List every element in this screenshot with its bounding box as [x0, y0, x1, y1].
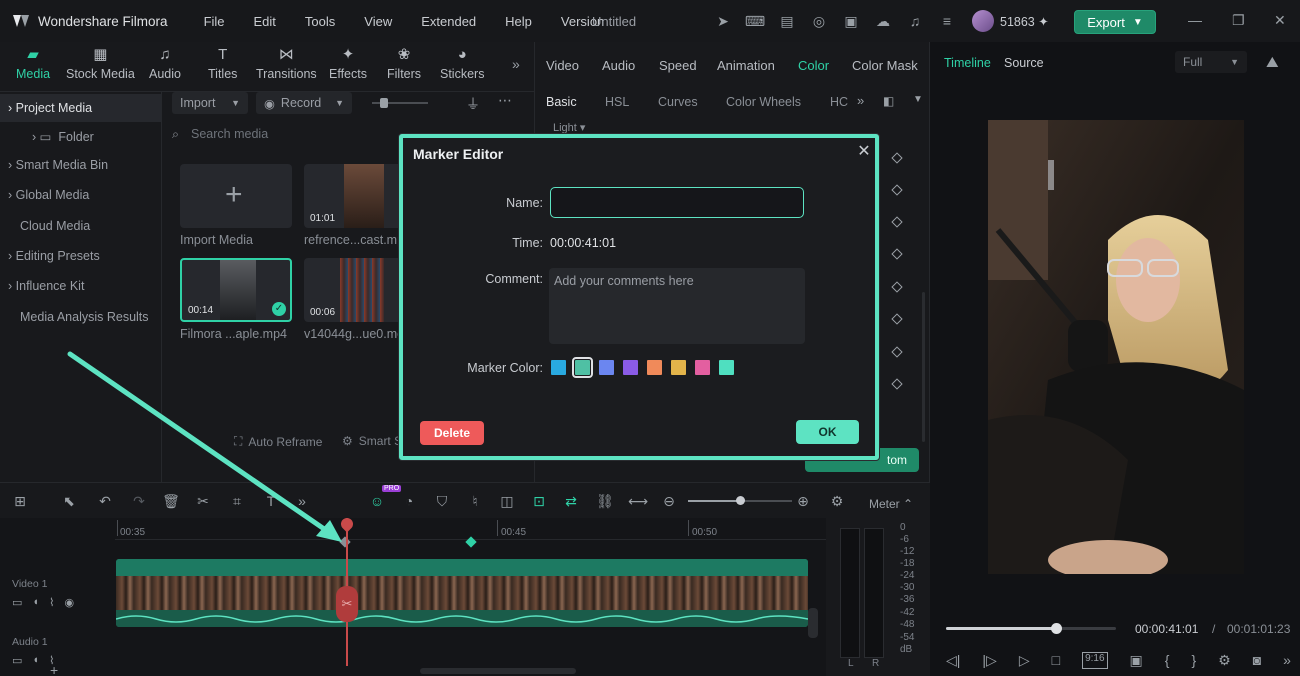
ok-button[interactable]: OK: [796, 420, 859, 444]
playback-controls: ◁| |▷ ▷ □ 9:16 ▣ { } ⚙ ◙ »: [946, 652, 1291, 669]
restore-icon[interactable]: ❐: [1232, 12, 1245, 29]
scrubber-progress: [946, 627, 1056, 630]
preview-panel: Timeline Source Full ▼ ⛰ 00:00:41:01 / 0…: [930, 42, 1300, 676]
marker-color-swatch[interactable]: [695, 360, 710, 375]
name-label: Name:: [506, 196, 543, 210]
aspect-ratio-button[interactable]: 9:16: [1082, 652, 1108, 669]
settings-icon[interactable]: ⚙: [1218, 652, 1231, 669]
filmora-app: Wondershare Filmora File Edit Tools View…: [0, 0, 1300, 676]
render-preview-icon[interactable]: ▣: [1130, 652, 1143, 669]
mark-out-icon[interactable]: }: [1191, 652, 1196, 669]
credits-count[interactable]: 51863 ✦: [1000, 14, 1049, 29]
close-icon[interactable]: ✕: [856, 144, 872, 160]
chevron-down-icon: ▼: [1230, 57, 1239, 67]
comment-label: Comment:: [485, 272, 543, 286]
marker-color-swatch[interactable]: [623, 360, 638, 375]
time-label: Time:: [512, 236, 543, 250]
stop-icon[interactable]: □: [1052, 652, 1060, 669]
preview-scrubber[interactable]: [946, 623, 1116, 634]
export-button[interactable]: Export ▼: [1074, 10, 1156, 34]
chevron-down-icon: ▼: [1132, 16, 1143, 28]
marker-color-swatch[interactable]: [647, 360, 662, 375]
quality-label: Full: [1183, 55, 1203, 69]
timecode-separator: /: [1212, 622, 1216, 636]
marker-time-value: 00:00:41:01: [550, 236, 617, 250]
expand-icon[interactable]: »: [1283, 652, 1291, 669]
marker-color-swatch[interactable]: [599, 360, 614, 375]
delete-button[interactable]: Delete: [420, 421, 484, 445]
avatar[interactable]: [972, 10, 994, 32]
marker-color-swatch[interactable]: [719, 360, 734, 375]
minimize-icon[interactable]: —: [1188, 12, 1202, 28]
hamburger-menu-icon[interactable]: ≡: [937, 11, 957, 31]
mark-in-icon[interactable]: {: [1165, 652, 1170, 669]
marker-comment-textarea[interactable]: Add your comments here: [549, 268, 805, 344]
quality-dropdown[interactable]: Full ▼: [1175, 51, 1247, 73]
marker-color-swatch[interactable]: [671, 360, 686, 375]
export-label: Export: [1087, 14, 1125, 30]
close-window-icon[interactable]: ✕: [1274, 12, 1286, 29]
snapshot-image-icon[interactable]: ⛰: [1266, 54, 1279, 71]
tab-source-preview[interactable]: Source: [1004, 56, 1044, 70]
scrubber-knob[interactable]: [1051, 623, 1062, 634]
comment-placeholder: Add your comments here: [554, 274, 694, 288]
dialog-title: Marker Editor: [413, 146, 504, 162]
current-timecode: 00:00:41:01: [1135, 622, 1199, 636]
marker-editor-dialog: Marker Editor ✕ Name: Time: 00:00:41:01 …: [399, 134, 879, 460]
tab-timeline-preview[interactable]: Timeline: [944, 56, 991, 70]
marker-color-swatch[interactable]: [551, 360, 566, 375]
marker-color-swatch[interactable]: [572, 357, 593, 378]
video-preview[interactable]: [988, 120, 1244, 574]
total-timecode: 00:01:01:23: [1227, 622, 1291, 636]
play-icon[interactable]: ▷: [1019, 652, 1030, 669]
camera-icon[interactable]: ◙: [1253, 652, 1261, 669]
marker-name-input[interactable]: [550, 187, 804, 218]
marker-color-label: Marker Color:: [467, 361, 543, 375]
next-frame-icon[interactable]: |▷: [982, 652, 996, 669]
previous-frame-icon[interactable]: ◁|: [946, 652, 960, 669]
